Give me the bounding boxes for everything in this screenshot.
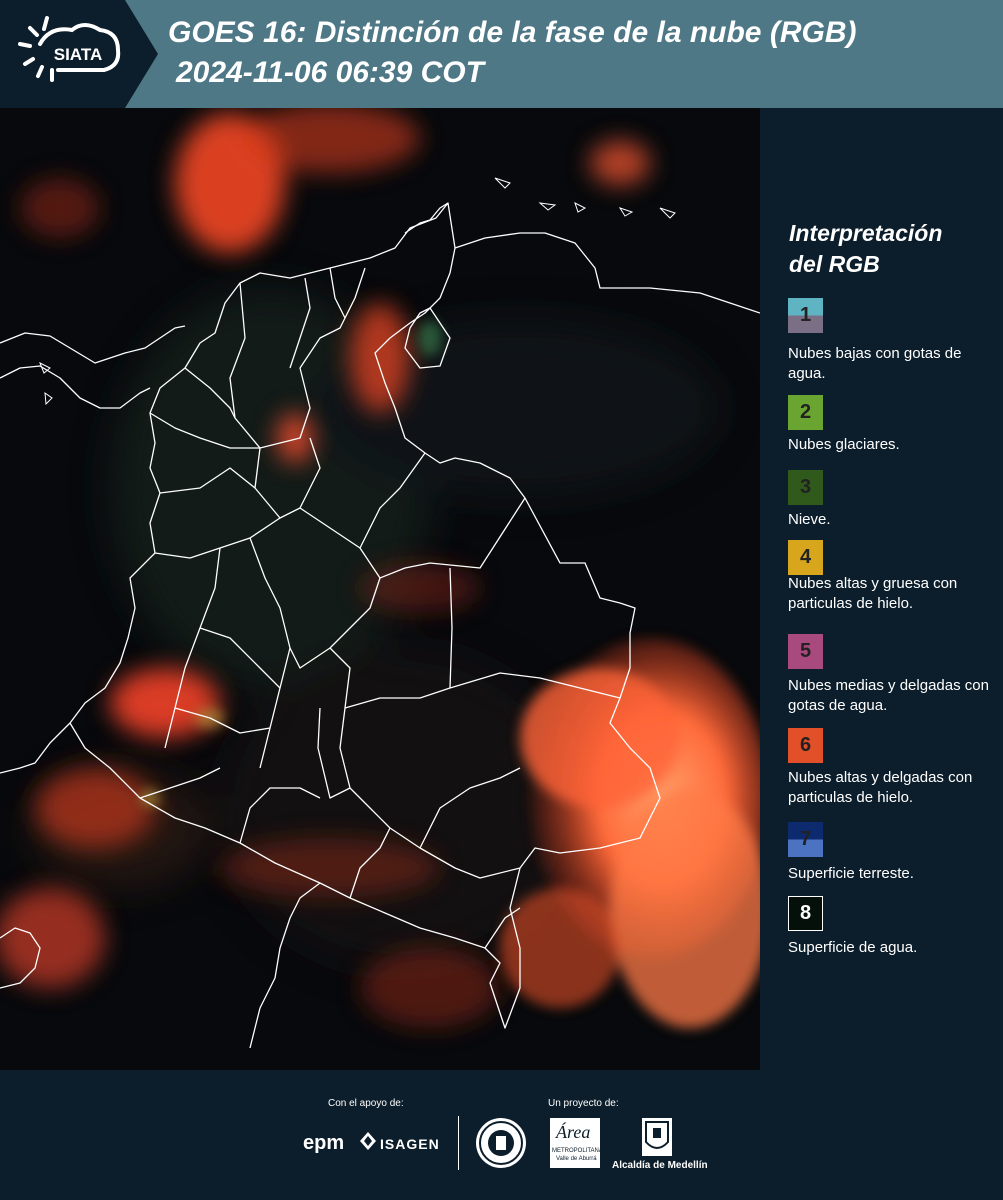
page-title-line1: GOES 16: Distinción de la fase de la nub… — [168, 16, 857, 49]
isagen-icon — [360, 1132, 376, 1150]
legend-number: 5 — [799, 640, 812, 662]
satellite-rgb-map — [0, 108, 760, 1070]
legend-panel: Interpretación del RGB 1 Nubes bajas con … — [760, 108, 1003, 1070]
satellite-image — [0, 108, 760, 1070]
support-label: Con el apoyo de: — [328, 1098, 404, 1109]
legend-swatch-5: 5 — [788, 634, 823, 669]
page-title-datetime: 2024-11-06 06:39 COT — [176, 56, 484, 89]
legend-swatch-8: 8 — [788, 896, 823, 931]
legend-label-4: Nubes altas y gruesa con particulas de h… — [788, 575, 958, 612]
medellin-coat-of-arms-icon — [642, 1118, 672, 1156]
legend-number: 6 — [799, 734, 812, 756]
legend-label-2: Nubes glaciares. — [788, 436, 900, 453]
legend-label-3: Nieve. — [788, 511, 831, 528]
legend-swatch-1: 1 — [788, 298, 823, 333]
legend-label-6: Nubes altas y delgadas con particulas de… — [788, 769, 973, 806]
svg-text:SIATA: SIATA — [54, 45, 102, 64]
legend-label-1: Nubes bajas con gotas de agua. — [788, 345, 962, 382]
project-label: Un proyecto de: — [548, 1098, 619, 1109]
alcaldia-medellin-logo: Alcaldía de Medellín — [612, 1160, 708, 1171]
footer-divider — [458, 1116, 459, 1170]
siata-logo: SIATA — [0, 0, 158, 108]
siata-seal-icon — [476, 1118, 526, 1168]
legend-label-5: Nubes medias y delgadas con gotas de agu… — [788, 677, 989, 714]
isagen-logo: ISAGEN — [380, 1136, 440, 1152]
legend-title: Interpretación del RGB — [789, 220, 943, 277]
epm-logo: epm — [303, 1132, 345, 1154]
footer-sponsors: Con el apoyo de: Un proyecto de: epm ISA… — [0, 1070, 1003, 1200]
legend-swatch-4: 4 — [788, 540, 823, 575]
legend-swatch-6: 6 — [788, 728, 823, 763]
legend-label-7: Superficie terreste. — [788, 865, 914, 882]
legend-number: 3 — [799, 476, 812, 498]
header-bar: SIATA GOES 16: Distinción de la fase de … — [0, 0, 1003, 108]
legend-number: 4 — [799, 546, 812, 568]
legend-label-8: Superficie de agua. — [788, 939, 918, 956]
legend-swatch-7: 7 — [788, 822, 823, 857]
legend-number: 8 — [799, 902, 812, 924]
legend-number: 1 — [799, 304, 812, 326]
legend-swatch-2: 2 — [788, 395, 823, 430]
legend-swatch-3: 3 — [788, 470, 823, 505]
legend-number: 7 — [799, 828, 812, 850]
legend-number: 2 — [799, 401, 812, 423]
